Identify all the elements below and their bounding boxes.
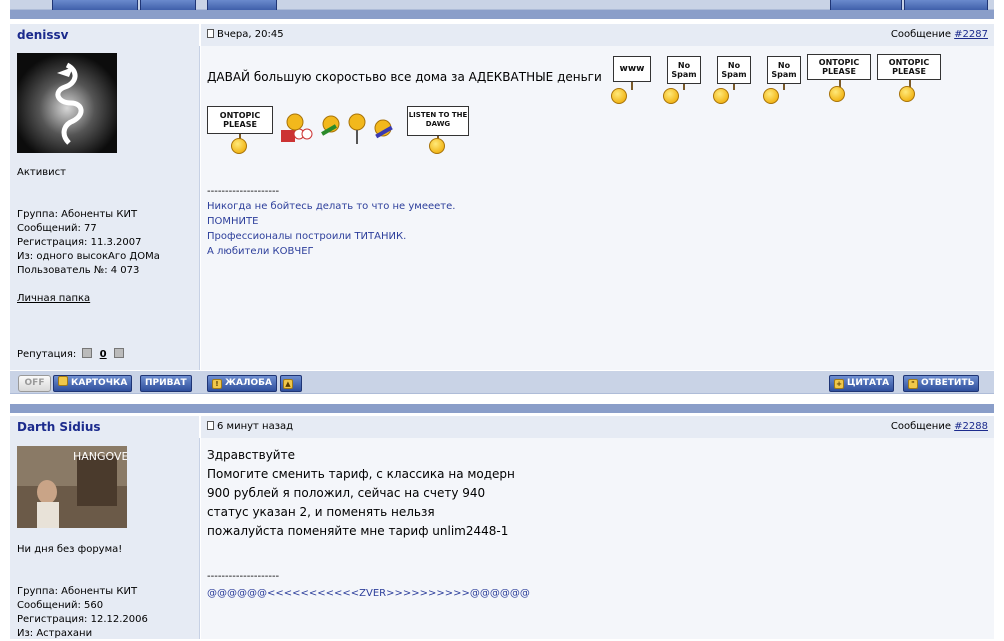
- complaint-button[interactable]: ! ЖАЛОБА: [207, 375, 277, 392]
- post1-user-number: Пользователь №: 4 073: [17, 265, 140, 276]
- sign-text: ONTOPIC PLEASE: [877, 54, 941, 80]
- post2-date: 6 минут назад: [207, 421, 293, 432]
- user-icon: [58, 376, 68, 386]
- post1-author-name[interactable]: denissv: [17, 28, 69, 42]
- post1-text: ДАВАЙ большую скоростьво все дома за АДЕ…: [207, 70, 602, 84]
- post1-avatar: [17, 53, 117, 153]
- post2-posts-count: Сообщений: 560: [17, 600, 104, 611]
- forum-thread: denissv Вчера, 20:45 Сообщение #2287 Акт…: [10, 0, 994, 639]
- post1-sig-line: А любители КОВЧЕГ: [207, 246, 314, 257]
- smiley-no-spam-icon: No Spam: [707, 56, 757, 104]
- sign-text: www: [613, 56, 651, 82]
- smiley-no-spam-icon: No Spam: [757, 56, 807, 104]
- post1-posts-count: Сообщений: 77: [17, 223, 97, 234]
- quote-label: ЦИТАТА: [847, 378, 890, 388]
- post1-date-text: Вчера, 20:45: [217, 29, 284, 40]
- smiley-ontopic-icon: ONTOPIC PLEASE: [805, 54, 873, 104]
- online-status-off-button[interactable]: OFF: [18, 375, 51, 392]
- sign-text: No Spam: [717, 56, 751, 84]
- post1-sig-line: Никогда не бойтесь делать то что не умее…: [207, 201, 456, 212]
- arrow-up-icon: ▲: [283, 379, 293, 389]
- complaint-label: ЖАЛОБА: [225, 378, 272, 388]
- post1-msg-prefix: Сообщение: [890, 29, 955, 40]
- post1-message-number: Сообщение #2287: [891, 29, 988, 40]
- post1-sig-separator: --------------------: [207, 186, 280, 197]
- scroll-up-button[interactable]: ▲: [280, 375, 302, 392]
- post1-msg-link[interactable]: #2287: [954, 29, 988, 40]
- post2-header-author: Darth Sidius: [10, 416, 200, 438]
- smiley-no-spam-icon: No Spam: [657, 56, 707, 104]
- privat-button[interactable]: ПРИВАТ: [140, 375, 192, 392]
- post1-sig-line: Профессионалы построили ТИТАНИК.: [207, 231, 407, 242]
- post2-signature: @@@@@@<<<<<<<<<<<ZVER>>>>>>>>>>@@@@@@: [207, 588, 530, 599]
- reply-button[interactable]: " ОТВЕТИТЬ: [903, 375, 980, 392]
- post1-header-author: denissv: [10, 24, 200, 46]
- smiley-listen-dawg-icon: LISTEN TO THE DAWG: [407, 106, 471, 154]
- post1-folder-link[interactable]: Личная папка: [17, 292, 90, 306]
- post2-text-line: Помогите сменить тариф, с классика на мо…: [207, 467, 515, 481]
- post1-rank: Активист: [17, 167, 66, 178]
- post1-date: Вчера, 20:45: [207, 29, 284, 40]
- sign-text: ONTOPIC PLEASE: [807, 54, 871, 80]
- document-icon: [207, 421, 214, 430]
- smiley-band-icon: [281, 113, 393, 144]
- post2-text-line: Здравствуйте: [207, 448, 295, 462]
- post2-sig-separator: --------------------: [207, 571, 280, 582]
- post2-registered: Регистрация: 12.12.2006: [17, 614, 148, 625]
- card-label: КАРТОЧКА: [71, 378, 128, 388]
- post1-author-panel: Активист Группа: Абоненты КИТ Сообщений:…: [10, 46, 200, 370]
- sign-text: ONTOPIC PLEASE: [207, 106, 273, 134]
- card-button[interactable]: КАРТОЧКА: [53, 375, 133, 392]
- reputation-label: Репутация:: [17, 349, 77, 360]
- post1-reputation: Репутация: 0: [17, 348, 124, 362]
- post2-text-line: 900 рублей я положил, сейчас на счету 94…: [207, 486, 486, 500]
- post2-rank: Ни дня без форума!: [17, 544, 123, 555]
- sign-text: No Spam: [767, 56, 801, 84]
- post2-author-name[interactable]: Darth Sidius: [17, 420, 101, 434]
- smiley-ontopic-icon: ONTOPIC PLEASE: [207, 106, 275, 154]
- prev-post-controls-bar: [10, 0, 994, 15]
- post1-group: Группа: Абоненты КИТ: [17, 209, 138, 220]
- post2-text-line: статус указан 2, и поменять нельзя: [207, 505, 435, 519]
- post1-controls-bar: OFF КАРТОЧКА ПРИВАТ ! ЖАЛОБА ▲ + ЦИТАТА " О…: [10, 370, 994, 394]
- post2-text-line: пожалуйста поменяйте мне тариф unlim2448…: [207, 524, 509, 538]
- quote-icon: ": [908, 379, 918, 389]
- post-separator: [10, 10, 994, 19]
- post1-from: Из: одного высокАго ДОМа: [17, 251, 160, 262]
- reputation-plus-icon[interactable]: [113, 348, 124, 358]
- sign-text: LISTEN TO THE DAWG: [407, 106, 469, 136]
- smiley-ontopic-icon: ONTOPIC PLEASE: [875, 54, 943, 104]
- warning-icon: !: [212, 379, 222, 389]
- reply-label: ОТВЕТИТЬ: [921, 378, 975, 388]
- smiley-www-icon: www: [607, 56, 655, 104]
- plus-icon: +: [834, 379, 844, 389]
- post1-header-meta: Вчера, 20:45 Сообщение #2287: [201, 24, 994, 46]
- sign-text: No Spam: [667, 56, 701, 84]
- post2-date-text: 6 минут назад: [217, 421, 294, 432]
- post1-sig-line: ПОМНИТЕ: [207, 216, 259, 227]
- post2-author-panel: HANGOVER Ни дня без форума! Группа: Абон…: [10, 438, 200, 639]
- avatar-caption: HANGOVER: [73, 450, 127, 463]
- reputation-minus-icon[interactable]: [82, 348, 93, 358]
- post2-group: Группа: Абоненты КИТ: [17, 586, 138, 597]
- post2-msg-prefix: Сообщение: [890, 421, 955, 432]
- post2-avatar: HANGOVER: [17, 446, 127, 528]
- quote-button[interactable]: + ЦИТАТА: [829, 375, 895, 392]
- document-icon: [207, 29, 214, 38]
- post2-header-meta: 6 минут назад Сообщение #2288: [201, 416, 994, 438]
- post2-body: Здравствуйте Помогите сменить тариф, с к…: [201, 438, 994, 639]
- post2-msg-link[interactable]: #2288: [954, 421, 988, 432]
- reputation-value: 0: [99, 349, 107, 360]
- post2-message-number: Сообщение #2288: [891, 421, 988, 432]
- post1-body: ДАВАЙ большую скоростьво все дома за АДЕ…: [201, 46, 994, 370]
- post1-registered: Регистрация: 11.3.2007: [17, 237, 142, 248]
- post-separator: [10, 404, 994, 413]
